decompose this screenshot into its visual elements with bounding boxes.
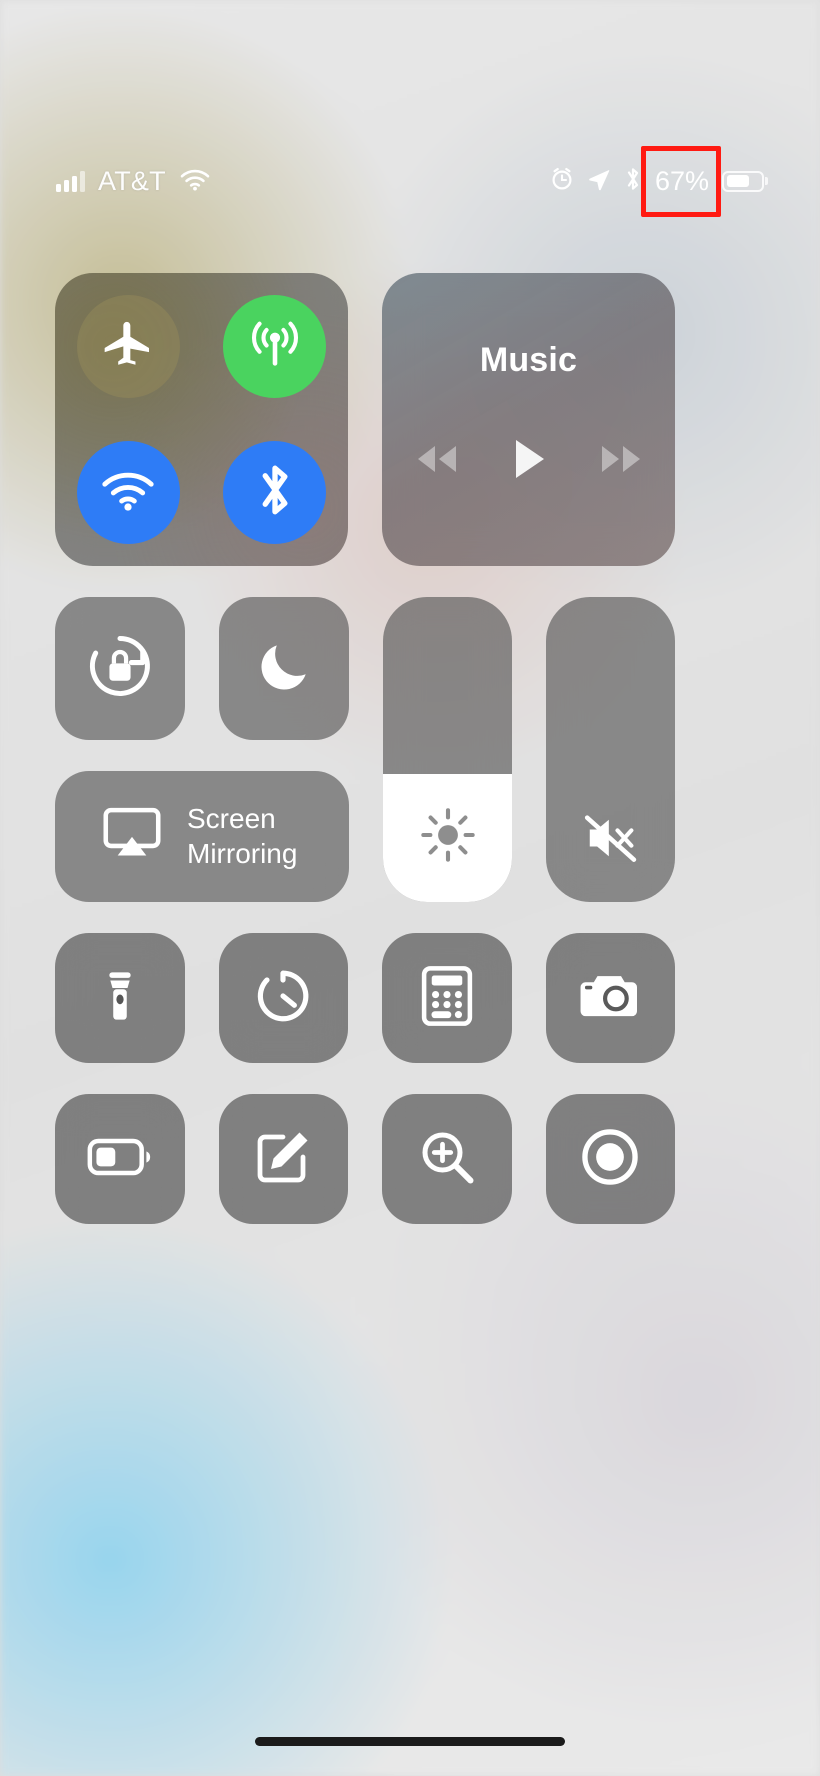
camera-icon: [578, 969, 642, 1028]
control-center-row-1: Music: [55, 273, 675, 566]
cellular-icon: [246, 315, 304, 378]
screen-record-button[interactable]: [546, 1094, 676, 1224]
screen-mirroring-tile[interactable]: Screen Mirroring: [55, 771, 349, 902]
control-center-grid: Music: [55, 273, 675, 1224]
wifi-icon: [179, 167, 211, 196]
screen-mirroring-label: Screen Mirroring: [187, 802, 297, 870]
notes-button[interactable]: [219, 1094, 349, 1224]
wifi-icon: [99, 466, 157, 519]
carrier-label: AT&T: [98, 166, 166, 197]
magnifier-plus-icon: [417, 1127, 477, 1192]
camera-button[interactable]: [546, 933, 676, 1063]
control-center-left-column: Screen Mirroring: [55, 597, 349, 902]
control-center-row-2: Screen Mirroring: [55, 597, 675, 902]
alarm-clock-icon: [550, 167, 574, 196]
cellular-data-toggle[interactable]: [223, 295, 326, 398]
status-bar: AT&T: [0, 158, 820, 204]
music-tile[interactable]: Music: [382, 273, 675, 566]
moon-icon: [253, 635, 315, 702]
timer-button[interactable]: [219, 933, 349, 1063]
bluetooth-toggle[interactable]: [223, 441, 326, 544]
rewind-button[interactable]: [414, 442, 460, 481]
battery-icon: [722, 171, 764, 192]
screen-mirroring-line1: Screen: [187, 803, 276, 834]
status-bar-right: 67%: [550, 166, 764, 197]
airplay-icon: [101, 805, 163, 868]
rotation-lock-toggle[interactable]: [55, 597, 185, 740]
rotation-lock-icon: [83, 629, 157, 708]
volume-slider[interactable]: [546, 597, 675, 902]
speaker-mute-icon: [546, 812, 675, 864]
calculator-icon: [419, 965, 475, 1032]
screen-record-icon: [578, 1125, 642, 1194]
battery-low-icon: [87, 1137, 153, 1182]
brightness-sun-icon: [383, 806, 512, 864]
airplane-mode-toggle[interactable]: [77, 295, 180, 398]
location-arrow-icon: [587, 167, 611, 196]
music-controls: [414, 438, 644, 485]
home-indicator[interactable]: [255, 1737, 565, 1746]
bluetooth-icon: [255, 461, 295, 524]
bluetooth-icon: [624, 166, 642, 197]
magnifier-button[interactable]: [382, 1094, 512, 1224]
flashlight-icon: [91, 967, 149, 1030]
control-center-screen: AT&T: [0, 0, 820, 1776]
status-bar-left: AT&T: [56, 166, 211, 197]
control-center-row-4: [55, 1094, 675, 1224]
connectivity-tile[interactable]: [55, 273, 348, 566]
play-button[interactable]: [512, 438, 546, 485]
battery-percentage: 67%: [655, 166, 709, 197]
airplane-icon: [100, 316, 156, 377]
brightness-slider[interactable]: [383, 597, 512, 902]
toggles-pair: [55, 597, 349, 740]
wifi-toggle[interactable]: [77, 441, 180, 544]
forward-button[interactable]: [598, 442, 644, 481]
screen-mirroring-line2: Mirroring: [187, 838, 297, 869]
low-power-mode-button[interactable]: [55, 1094, 185, 1224]
cellular-bars-icon: [56, 171, 85, 192]
calculator-button[interactable]: [382, 933, 512, 1063]
timer-icon: [252, 965, 314, 1032]
note-pencil-icon: [253, 1127, 313, 1192]
do-not-disturb-toggle[interactable]: [219, 597, 349, 740]
battery-fill: [727, 175, 749, 187]
music-title: Music: [480, 341, 577, 380]
control-center-row-3: [55, 933, 675, 1063]
flashlight-button[interactable]: [55, 933, 185, 1063]
